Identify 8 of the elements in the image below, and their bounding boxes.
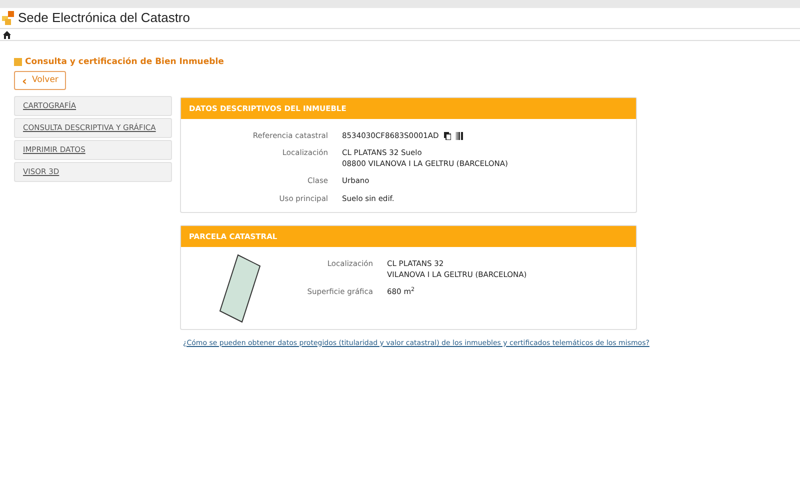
parcel-shape [219,254,261,322]
logo-icon [2,11,14,25]
document-icon [14,58,22,66]
copy-icon[interactable] [444,132,451,140]
home-icon[interactable] [3,30,11,38]
site-title: Sede Electrónica del Catastro [18,9,190,28]
barcode-icon[interactable] [456,132,463,140]
page-title: Consulta y certificación de Bien Inmueble [25,56,224,68]
